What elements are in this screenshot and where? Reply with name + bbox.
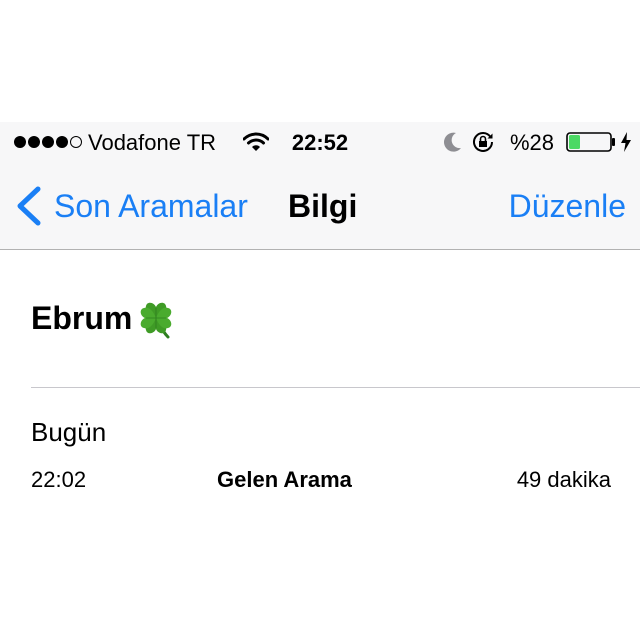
battery-percentage: %28 xyxy=(510,130,555,155)
battery-icon xyxy=(566,132,616,158)
four-leaf-clover-icon xyxy=(141,302,172,339)
call-info-screen: Vodafone TR 22:52 %28 Son Aramalar Bilgi… xyxy=(0,0,640,640)
call-type: Gelen Arama xyxy=(217,467,352,492)
rotation-lock-icon xyxy=(472,131,494,159)
contact-header: Ebrum xyxy=(31,296,178,340)
moon-icon xyxy=(442,131,462,159)
charging-bolt-icon xyxy=(620,131,632,159)
page-title: Bilgi xyxy=(288,188,358,224)
contact-name: Ebrum xyxy=(31,300,133,336)
back-button[interactable]: Son Aramalar xyxy=(14,186,248,226)
call-duration: 49 dakika xyxy=(516,467,611,492)
back-button-label: Son Aramalar xyxy=(54,188,248,224)
call-time: 22:02 xyxy=(31,467,87,492)
navigation-bar: Son Aramalar Bilgi Düzenle xyxy=(0,162,640,250)
call-history-row: 22:02 Gelen Arama 49 dakika xyxy=(31,464,611,496)
edit-button[interactable]: Düzenle xyxy=(509,186,626,226)
status-bar: Vodafone TR 22:52 %28 xyxy=(0,122,640,162)
chevron-left-icon xyxy=(17,186,41,226)
status-time: 22:52 xyxy=(291,130,349,155)
call-day-label: Bugün xyxy=(31,417,107,447)
separator xyxy=(31,387,640,388)
